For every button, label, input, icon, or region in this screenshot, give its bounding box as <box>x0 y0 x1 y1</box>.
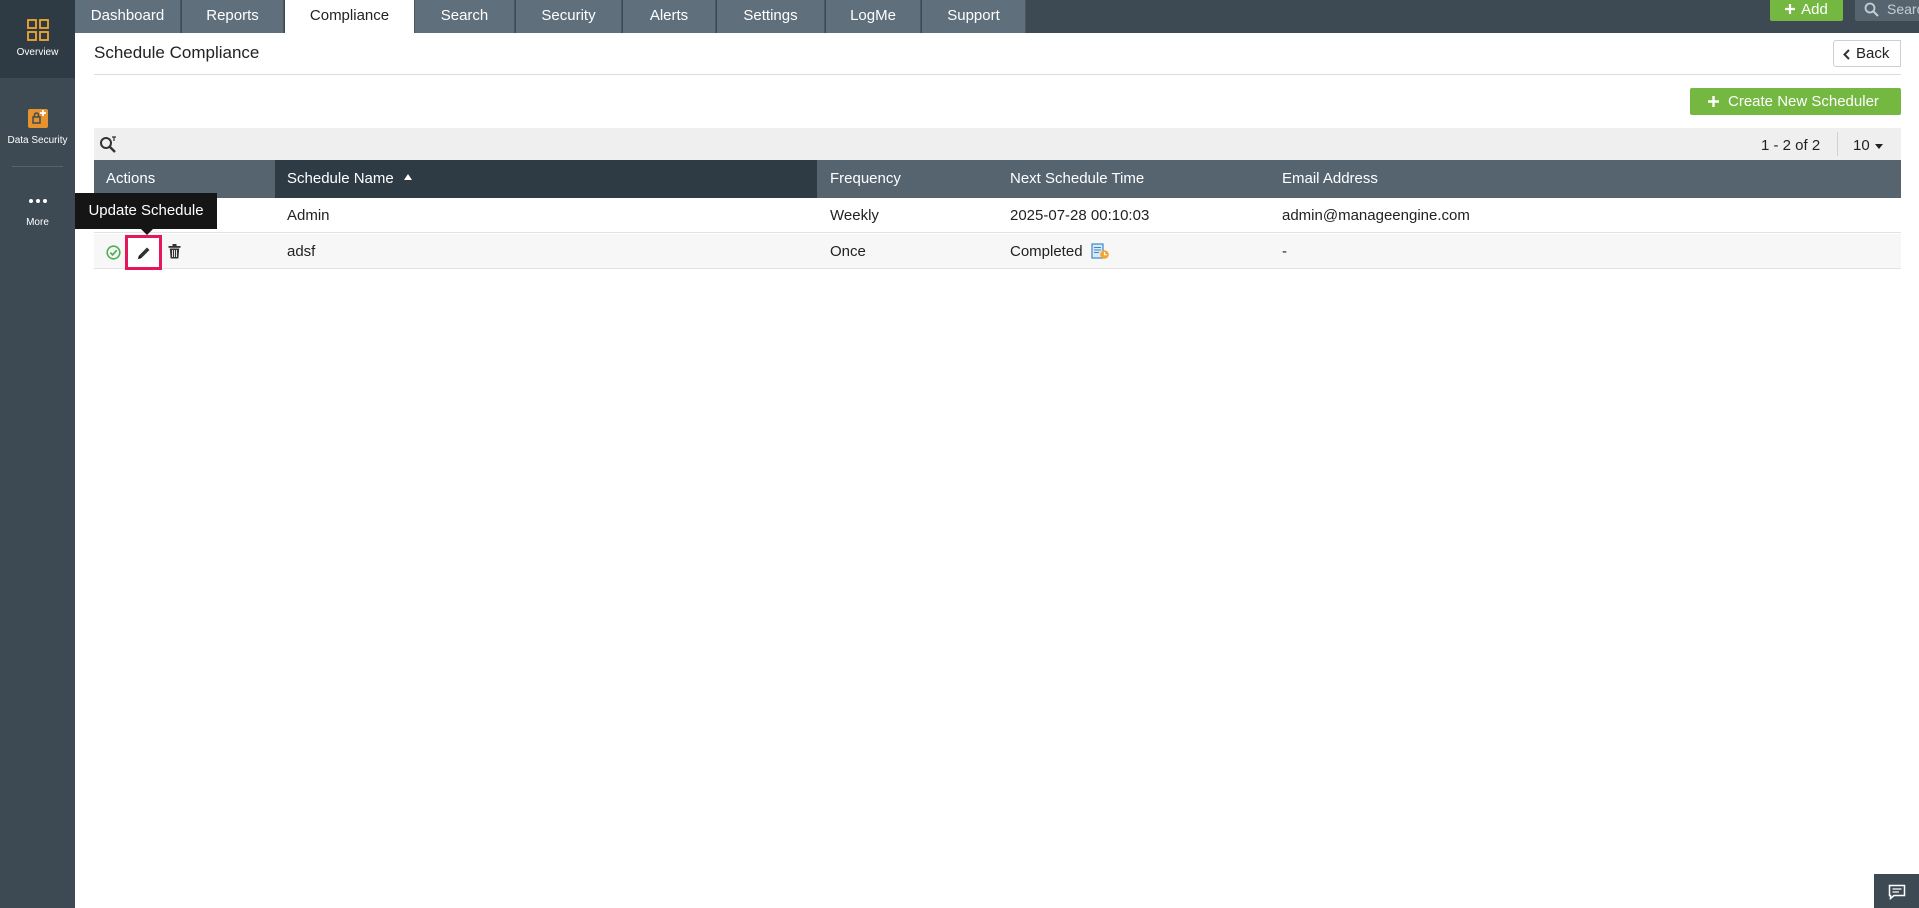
search-placeholder: Search <box>1887 1 1919 17</box>
pager-divider <box>1837 132 1838 156</box>
back-button[interactable]: Back <box>1833 40 1901 67</box>
chevron-left-icon <box>1843 49 1850 60</box>
create-button-label: Create New Scheduler <box>1728 93 1879 110</box>
tab-logme[interactable]: LogMe <box>826 0 921 33</box>
cell-next-schedule-time: 2025-07-28 00:10:03 <box>1010 207 1150 224</box>
tab-dashboard[interactable]: Dashboard <box>75 0 181 33</box>
cell-next-schedule-time: Completed <box>1010 234 1110 269</box>
tab-compliance[interactable]: Compliance <box>285 0 415 33</box>
chat-button[interactable] <box>1874 874 1919 908</box>
cell-frequency: Once <box>830 243 866 260</box>
sort-ascending-icon <box>403 174 412 181</box>
tab-alerts[interactable]: Alerts <box>623 0 716 33</box>
sidebar-item-more[interactable]: More <box>0 186 75 234</box>
tab-reports[interactable]: Reports <box>182 0 284 33</box>
cell-email-address: admin@manageengine.com <box>1282 207 1470 224</box>
column-header-email-address[interactable]: Email Address <box>1282 160 1378 198</box>
caret-down-icon <box>1874 143 1883 149</box>
sidebar-item-label: Data Security <box>7 135 68 146</box>
edit-button-highlight[interactable] <box>125 235 162 270</box>
sidebar-item-overview[interactable]: Overview <box>0 0 75 78</box>
sidebar-item-label: More <box>26 217 49 228</box>
cell-schedule-name: Admin <box>287 207 330 224</box>
per-page-value: 10 <box>1853 137 1870 154</box>
column-header-schedule-name[interactable]: Schedule Name <box>275 160 817 198</box>
column-header-label: Schedule Name <box>287 170 394 187</box>
pencil-icon <box>138 247 150 259</box>
column-header-frequency[interactable]: Frequency <box>830 160 901 198</box>
sidebar-item-data-security[interactable]: Data Security <box>0 100 75 152</box>
pagination-range: 1 - 2 of 2 <box>1761 137 1821 154</box>
add-button[interactable]: Add <box>1770 0 1843 21</box>
trash-icon[interactable] <box>168 244 181 259</box>
plus-icon <box>1708 96 1719 107</box>
grid-icon <box>26 19 49 41</box>
tab-settings[interactable]: Settings <box>717 0 825 33</box>
ellipsis-icon <box>28 199 47 203</box>
cell-next-schedule-text: Completed <box>1010 243 1083 260</box>
title-divider <box>94 74 1901 75</box>
cell-email-address: - <box>1282 243 1287 260</box>
table-header: Actions Schedule Name Frequency Next Sch… <box>94 160 1901 198</box>
search-icon <box>1864 2 1879 17</box>
create-new-scheduler-button[interactable]: Create New Scheduler <box>1690 88 1901 115</box>
global-search-input[interactable]: Search <box>1855 0 1919 21</box>
cell-schedule-name: adsf <box>287 243 316 260</box>
sidebar-item-label: Overview <box>16 47 59 58</box>
tab-security[interactable]: Security <box>516 0 622 33</box>
back-button-label: Back <box>1856 45 1890 62</box>
tab-search[interactable]: Search <box>415 0 515 33</box>
report-schedule-icon[interactable] <box>1091 242 1110 260</box>
column-header-next-schedule-time[interactable]: Next Schedule Time <box>1010 160 1144 198</box>
chat-icon <box>1888 884 1906 900</box>
page-title: Schedule Compliance <box>94 43 260 62</box>
left-sidebar: Overview Data Security More <box>0 0 75 908</box>
per-page-select[interactable]: 10 <box>1853 137 1883 154</box>
data-security-icon <box>27 109 48 128</box>
table-row: Admin Weekly 2025-07-28 00:10:03 admin@m… <box>94 198 1901 233</box>
check-circle-icon[interactable] <box>106 245 121 260</box>
cell-frequency: Weekly <box>830 207 879 224</box>
add-button-label: Add <box>1801 1 1828 18</box>
table-row: adsf Once Completed - <box>94 234 1901 270</box>
table-toolbar: 1 - 2 of 2 10 <box>94 128 1901 160</box>
tab-support[interactable]: Support <box>922 0 1026 33</box>
sidebar-divider <box>12 166 63 167</box>
top-navigation: Dashboard Reports Compliance Search Secu… <box>75 0 1919 33</box>
plus-icon <box>1785 4 1796 15</box>
update-schedule-tooltip: Update Schedule <box>75 193 217 235</box>
search-filter-icon[interactable] <box>99 136 117 154</box>
